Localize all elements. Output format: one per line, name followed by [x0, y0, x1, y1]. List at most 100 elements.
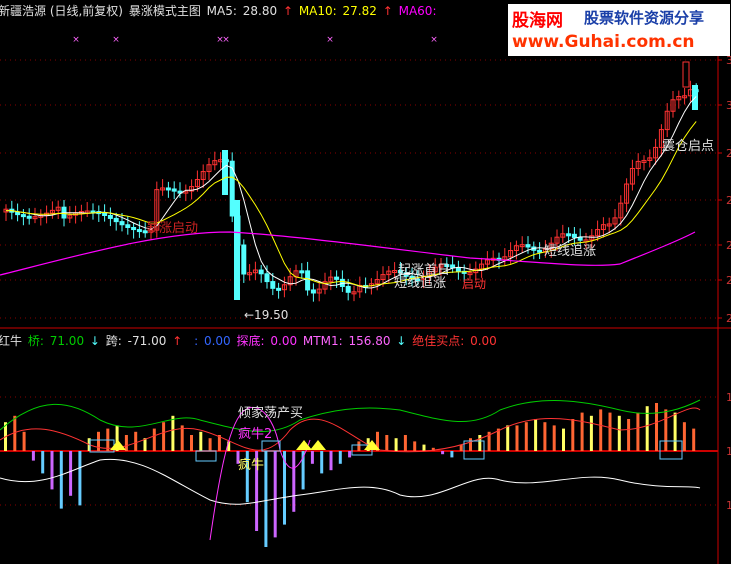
- blank-value: 0.00: [203, 334, 231, 348]
- mtm-arrow: ↓: [396, 334, 407, 348]
- histogram-bar: [152, 428, 156, 451]
- buy-triangle: [110, 440, 126, 450]
- buy-triangle: [310, 440, 326, 450]
- candle-body: [270, 281, 276, 289]
- ma5-label: MA5:: [206, 4, 237, 18]
- chart-svg: 3322222111× × ×× × ×: [0, 18, 731, 564]
- ma5-line: [6, 96, 697, 289]
- histogram-bar: [329, 451, 333, 471]
- signal-marker: ×: [430, 35, 438, 45]
- label-qingjia: 倾家荡产买: [238, 406, 304, 421]
- label-zhencang: 震仓启点: [662, 139, 715, 154]
- histogram-bar: [338, 451, 342, 464]
- histogram-bar: [124, 435, 128, 451]
- y-tick-label: 2: [726, 194, 731, 207]
- candle-body: [131, 226, 137, 231]
- ma5-arrow: ↑: [282, 4, 293, 18]
- histogram-bar: [543, 422, 547, 451]
- kua-arrow: ↑: [172, 334, 183, 348]
- indicator-name: 红牛: [0, 334, 23, 348]
- histogram-bar: [134, 431, 138, 451]
- candle-body: [310, 289, 316, 294]
- histogram-bar: [413, 441, 417, 451]
- histogram-bar: [441, 451, 445, 455]
- label-fengniu-2: 疯牛: [238, 458, 265, 473]
- candle-body: [229, 160, 235, 217]
- watermark-url: www.Guhai.com.cn: [512, 32, 695, 52]
- histogram-bar: [478, 435, 482, 451]
- histogram-bar: [589, 415, 593, 451]
- label-duanxian-2: 短线追涨: [544, 244, 597, 259]
- candle-body: [264, 273, 270, 283]
- label-duanxian-1: 短线追涨: [394, 276, 447, 291]
- ma10-line: [6, 121, 697, 287]
- signal-marker: ×: [112, 35, 120, 45]
- candle-body: [107, 214, 113, 219]
- histogram-bar: [515, 425, 519, 451]
- histogram-bar: [78, 451, 82, 506]
- candle-body: [566, 233, 572, 237]
- candle-body: [305, 270, 311, 291]
- candle-body: [125, 224, 131, 228]
- histogram-bar: [310, 451, 314, 464]
- qiao-value: 71.00: [49, 334, 85, 348]
- histogram-bar: [506, 425, 510, 451]
- histogram-bar: [534, 419, 538, 451]
- histogram-bar: [320, 451, 324, 474]
- y-tick-label: 2: [726, 274, 731, 287]
- histogram-bar: [599, 409, 603, 451]
- watermark-brand: 股海网: [512, 11, 563, 31]
- main-header: 新疆浩源 (日线,前复权) 暴涨模式主图 MA5: 28.80 ↑ MA10: …: [0, 4, 438, 18]
- candle-body: [119, 221, 125, 226]
- label-fengniu-1: 疯牛2: [238, 427, 273, 442]
- indicator-line-white: [0, 458, 701, 505]
- candle-body: [276, 287, 282, 291]
- qiao-arrow: ↓: [89, 334, 100, 348]
- ma10-arrow: ↑: [382, 4, 393, 18]
- histogram-bar: [50, 451, 54, 490]
- candle-body: [15, 211, 21, 216]
- best-label: 绝佳买点:: [412, 334, 465, 348]
- histogram-bar: [617, 415, 621, 451]
- sub-header: 红牛 桥: 71.00 ↓ 跨: -71.00 ↑ : 0.00 探底: 0.0…: [0, 334, 499, 348]
- histogram-bar: [562, 428, 565, 451]
- blank-label: :: [194, 334, 199, 348]
- histogram-bar: [199, 431, 203, 451]
- histogram-bar: [41, 451, 45, 474]
- ma10-label: MA10:: [298, 4, 337, 18]
- candle-body: [577, 236, 583, 241]
- histogram-bar: [673, 412, 677, 451]
- y-tick-label: 2: [726, 147, 731, 160]
- candle-body: [258, 269, 264, 275]
- indicator-line-red: [0, 407, 701, 453]
- histogram-bar: [682, 422, 686, 451]
- candle-body: [334, 276, 340, 280]
- histogram-bar: [208, 438, 212, 451]
- histogram-bar: [97, 431, 100, 451]
- indicator-line-green: [0, 399, 701, 432]
- histogram-bar: [180, 425, 184, 451]
- formula-name: 暴涨模式主图: [128, 4, 201, 18]
- stock-name: 新疆浩源 (日线,前复权): [0, 4, 123, 18]
- label-low-price: ←19.50: [244, 308, 289, 322]
- candle-body: [234, 200, 240, 300]
- candle-body: [450, 264, 456, 269]
- histogram-bar: [22, 431, 26, 451]
- histogram-bar: [552, 425, 556, 451]
- histogram-bar: [292, 451, 296, 512]
- qiao-label: 桥:: [27, 334, 44, 348]
- sub-y-tick-label: 1: [726, 499, 731, 512]
- candle-body: [345, 285, 351, 293]
- mtm-label: MTM1:: [302, 334, 343, 348]
- candle-body: [222, 150, 228, 195]
- histogram-bar: [31, 451, 35, 461]
- candle-body: [525, 244, 531, 248]
- histogram-bar: [171, 415, 175, 451]
- watermark-tagline: 股票软件资源分享: [584, 9, 705, 27]
- ma60-label: MA60:: [398, 4, 437, 18]
- candle-body: [102, 212, 108, 216]
- histogram-bar: [580, 412, 584, 451]
- candle-body: [171, 188, 177, 192]
- histogram-bar: [348, 451, 352, 458]
- candle-body: [20, 214, 26, 218]
